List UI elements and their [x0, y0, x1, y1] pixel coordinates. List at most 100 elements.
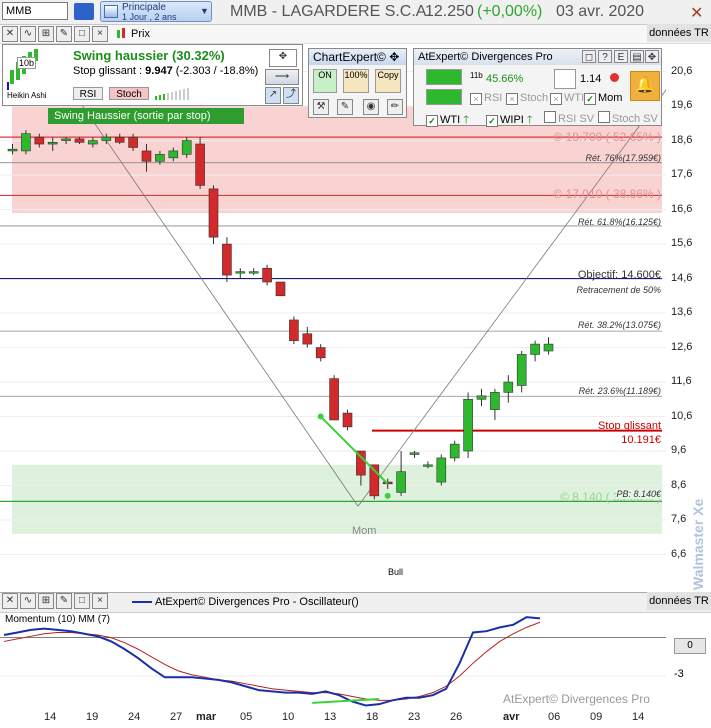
rsi-checkbox-label: RSI	[484, 92, 503, 104]
x-tick-label: 18	[366, 711, 379, 723]
x-tick-label: 24	[128, 711, 141, 723]
y-tick-label: 16,6	[671, 202, 693, 215]
close-icon[interactable]: ×	[92, 26, 108, 42]
candle	[7, 148, 18, 152]
wti-checkbox[interactable]: × WTI	[550, 92, 584, 105]
wti-trend-checkbox[interactable]: ✓ WTI 🡑	[426, 111, 469, 130]
candle	[208, 188, 219, 238]
x-tick-label: 23	[408, 711, 421, 723]
mom-checkbox[interactable]: ✓ Mom	[584, 92, 622, 105]
fib-618-label: Rét. 61.8%(16.125€)	[577, 217, 661, 227]
fib-382-label: Rét. 38.2%(13.075€)	[577, 320, 661, 330]
candle	[423, 464, 433, 467]
rsi-button[interactable]: RSI	[73, 87, 103, 100]
swing-exit-banner: Swing Haussier (sortie par stop)	[48, 108, 244, 124]
wti-checkbox-label: WTI	[564, 92, 585, 104]
neg3-axis-label: -3	[674, 668, 684, 680]
tools-icon[interactable]: ✕	[2, 26, 18, 42]
candle	[248, 271, 259, 274]
trend-icon[interactable]: ⤴	[283, 87, 299, 104]
x-tick-label: 06	[548, 711, 561, 723]
divergence-bear-button[interactable]	[426, 89, 462, 105]
y-tick-label: 14,6	[671, 271, 693, 284]
indicator-icon[interactable]: ∿	[20, 26, 36, 42]
move-icon[interactable]: ✥	[645, 50, 659, 63]
x-tick-label: 14	[632, 711, 645, 723]
x-tick-label: mar	[196, 711, 217, 723]
bell-icon[interactable]: 🔔	[630, 71, 660, 101]
candle	[114, 136, 125, 143]
zoom-icon[interactable]: ⊞	[38, 593, 54, 609]
y-tick-label: 8,6	[671, 478, 687, 491]
edit-icon[interactable]: ✏	[387, 99, 403, 115]
candle	[490, 392, 500, 410]
window-icon[interactable]: □	[74, 593, 90, 609]
fib-76-label: Rét. 76%(17.959€)	[585, 153, 661, 163]
hundred-percent-button[interactable]: 100%	[343, 69, 369, 93]
x-tick-label: 14	[44, 711, 57, 723]
e-icon[interactable]: E	[614, 50, 628, 63]
wipi-checkbox[interactable]: ✓ WIPI 🡑	[486, 111, 533, 130]
pencil-icon[interactable]: ✎	[337, 99, 353, 115]
wipi-label: WIPI	[500, 114, 524, 126]
zoom-icon[interactable]: ⊞	[38, 26, 54, 42]
tools-icon[interactable]: ✕	[690, 3, 703, 23]
close-icon[interactable]: ×	[92, 593, 108, 609]
symbol-input[interactable]	[2, 2, 68, 20]
candle	[88, 140, 98, 145]
candle	[21, 133, 31, 152]
window-icon[interactable]: □	[74, 26, 90, 42]
tool-icon[interactable]: ⚒	[313, 99, 329, 115]
rsi-checkbox[interactable]: × RSI	[470, 92, 502, 105]
help-icon[interactable]: ?	[598, 50, 612, 63]
stop-glissant-summary: Stop glissant : 9.947 (-2.303 / -18.8%)	[73, 65, 258, 77]
arrow-up-icon: 🡑	[463, 114, 469, 126]
draw-icon[interactable]: ✎	[56, 26, 72, 42]
candle	[195, 143, 205, 186]
stop-delta: (-2.303 / -18.8%)	[175, 65, 259, 77]
atexpert-panel: AtExpert© Divergences Pro ◻ ? E ▤ ✥ 11b …	[413, 48, 662, 127]
candle	[222, 243, 232, 276]
candle	[128, 136, 138, 148]
candle	[315, 347, 326, 359]
candle	[141, 150, 152, 162]
stoch-checkbox[interactable]: × Stoch	[506, 92, 548, 105]
objectif-label: Objectif: 14.600€	[577, 269, 661, 281]
move-icon[interactable]: ✥	[269, 49, 297, 67]
bar-count-badge: 10b	[17, 57, 37, 69]
book-icon[interactable]	[74, 3, 94, 20]
x-tick-label: 10	[282, 711, 295, 723]
on-button[interactable]: ON	[313, 69, 337, 93]
candle	[463, 398, 473, 452]
candle	[436, 457, 447, 483]
rsi-sv-checkbox[interactable]: RSI SV	[544, 111, 594, 125]
chevron-down-icon[interactable]: ▼	[200, 6, 209, 16]
tools-icon[interactable]: ✕	[2, 593, 18, 609]
rsi-sv-label: RSI SV	[558, 113, 595, 125]
chart-icon[interactable]: ↗	[265, 87, 281, 104]
move-icon[interactable]: ✥	[389, 50, 399, 64]
stoch-button[interactable]: Stoch	[109, 87, 149, 100]
window-icon[interactable]: ◻	[582, 50, 596, 63]
indicator-icon[interactable]: ∿	[20, 593, 36, 609]
copy-button[interactable]: Copy	[375, 69, 401, 93]
window-icon[interactable]: ▤	[630, 50, 644, 63]
arrow-right-icon[interactable]: ⟶	[265, 69, 299, 85]
candle	[47, 142, 58, 145]
watermark: Walmaster Xe	[690, 498, 706, 590]
divergence-bull-button[interactable]	[426, 69, 462, 85]
draw-icon[interactable]: ✎	[56, 593, 72, 609]
candle	[449, 443, 460, 459]
resistance-label-2: © 17.010 ( 38.86% )	[553, 187, 661, 201]
heikin-ashi-icon[interactable]	[7, 48, 47, 92]
stoch-sv-checkbox[interactable]: Stoch SV	[598, 111, 658, 125]
candle	[262, 267, 272, 283]
y-tick-label: 12,6	[671, 340, 693, 353]
y-tick-label: 9,6	[671, 444, 687, 457]
instrument-title: MMB - LAGARDERE S.C.A.	[230, 3, 431, 20]
chartexpert-title: ChartExpert© ✥	[309, 49, 406, 65]
palette-icon[interactable]: ◉	[363, 99, 379, 115]
candle	[342, 412, 353, 428]
candle	[289, 319, 299, 341]
x-tick-label: 09	[590, 711, 603, 723]
